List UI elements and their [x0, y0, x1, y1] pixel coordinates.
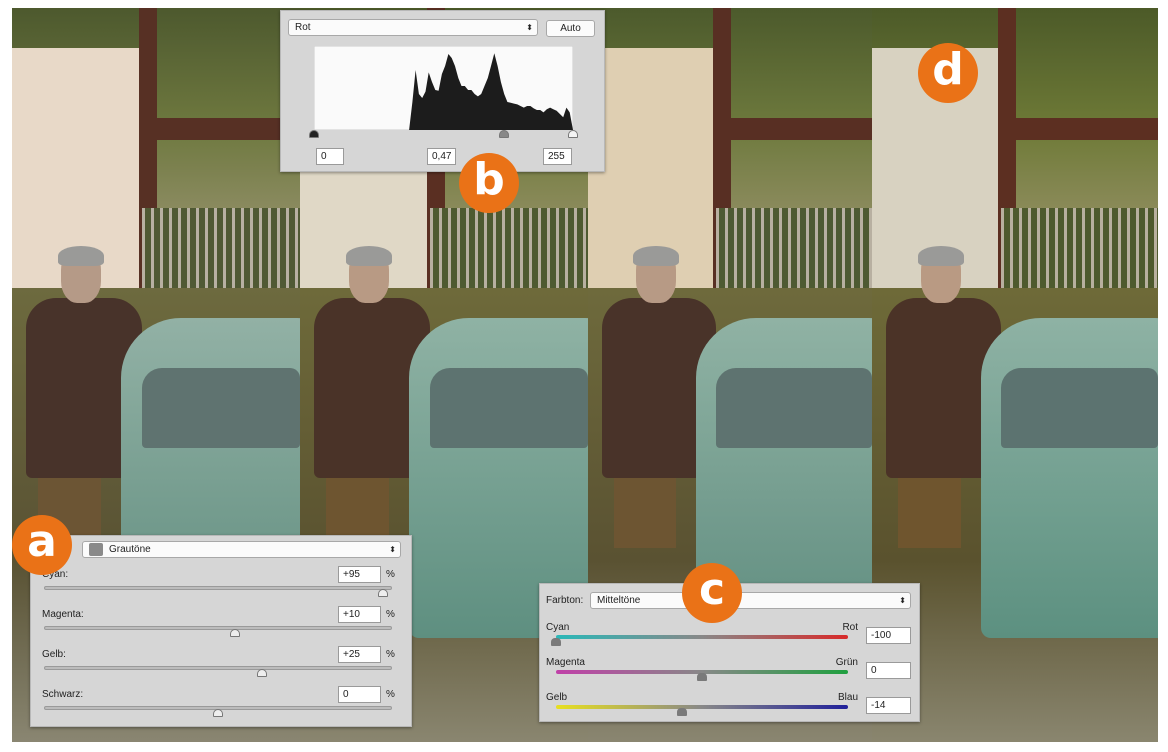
badge-a: a: [12, 515, 72, 575]
color-slider-thumb[interactable]: [676, 708, 687, 716]
badge-c: c: [682, 563, 742, 623]
row-value-field[interactable]: +95: [338, 566, 381, 583]
right-color-label: Rot: [842, 622, 858, 633]
colors-select[interactable]: Grautöne ⬍: [82, 541, 401, 558]
row-label: Gelb:: [42, 649, 66, 660]
auto-button[interactable]: Auto: [546, 20, 595, 37]
levels-white-slider[interactable]: [568, 130, 578, 138]
levels-black-slider[interactable]: [309, 130, 319, 138]
colors-value: Grautöne: [109, 544, 151, 555]
selective-color-panel: Grautöne ⬍ Cyan: +95% Magenta: +10% Gelb: +25%…: [30, 535, 412, 727]
select-arrows-icon: ⬍: [899, 596, 906, 605]
tone-label: Farbton:: [546, 595, 584, 606]
color-value-field[interactable]: 0: [866, 662, 911, 679]
select-arrows-icon: ⬍: [526, 23, 533, 32]
row-slider-thumb[interactable]: [378, 589, 389, 597]
tone-value: Mitteltöne: [597, 595, 641, 606]
left-color-label: Gelb: [546, 692, 568, 703]
color-slider-thumb[interactable]: [697, 673, 707, 681]
histogram: [314, 46, 573, 130]
percent-unit: %: [386, 689, 395, 700]
right-color-label: Grün: [835, 657, 858, 668]
row-slider-thumb[interactable]: [230, 629, 241, 637]
levels-panel: Rot ⬍ Auto 0 0,47 255: [280, 10, 605, 172]
select-arrows-icon: ⬍: [389, 545, 396, 554]
percent-unit: %: [386, 649, 395, 660]
color-value-field[interactable]: -100: [866, 627, 911, 644]
row-value-field[interactable]: +10: [338, 606, 381, 623]
row-label: Magenta:: [42, 609, 84, 620]
tone-select[interactable]: Mitteltöne ⬍: [590, 592, 911, 609]
badge-b: b: [459, 153, 519, 213]
input-gamma-field[interactable]: 0,47: [427, 148, 456, 165]
row-value-field[interactable]: +25: [338, 646, 381, 663]
input-white-field[interactable]: 255: [543, 148, 572, 165]
channel-select[interactable]: Rot ⬍: [288, 19, 538, 36]
row-slider-track[interactable]: [44, 626, 392, 630]
row-label: Schwarz:: [42, 689, 84, 700]
percent-unit: %: [386, 569, 395, 580]
percent-unit: %: [386, 609, 395, 620]
row-value-field[interactable]: 0: [338, 686, 381, 703]
color-value-field[interactable]: -14: [866, 697, 911, 714]
color-slider-track[interactable]: [556, 635, 848, 639]
color-swatch: [89, 543, 103, 556]
right-color-label: Blau: [837, 692, 858, 703]
input-black-field[interactable]: 0: [316, 148, 344, 165]
color-slider-track[interactable]: [556, 705, 848, 709]
left-color-label: Magenta: [546, 657, 585, 668]
badge-d: d: [918, 43, 978, 103]
levels-gamma-slider[interactable]: [498, 130, 509, 138]
row-slider-track[interactable]: [44, 666, 392, 670]
color-slider-thumb[interactable]: [551, 638, 561, 646]
row-slider-thumb[interactable]: [256, 669, 267, 677]
row-slider-thumb[interactable]: [213, 709, 223, 717]
channel-value: Rot: [295, 22, 311, 33]
left-color-label: Cyan: [546, 622, 570, 633]
row-slider-track[interactable]: [44, 586, 392, 590]
